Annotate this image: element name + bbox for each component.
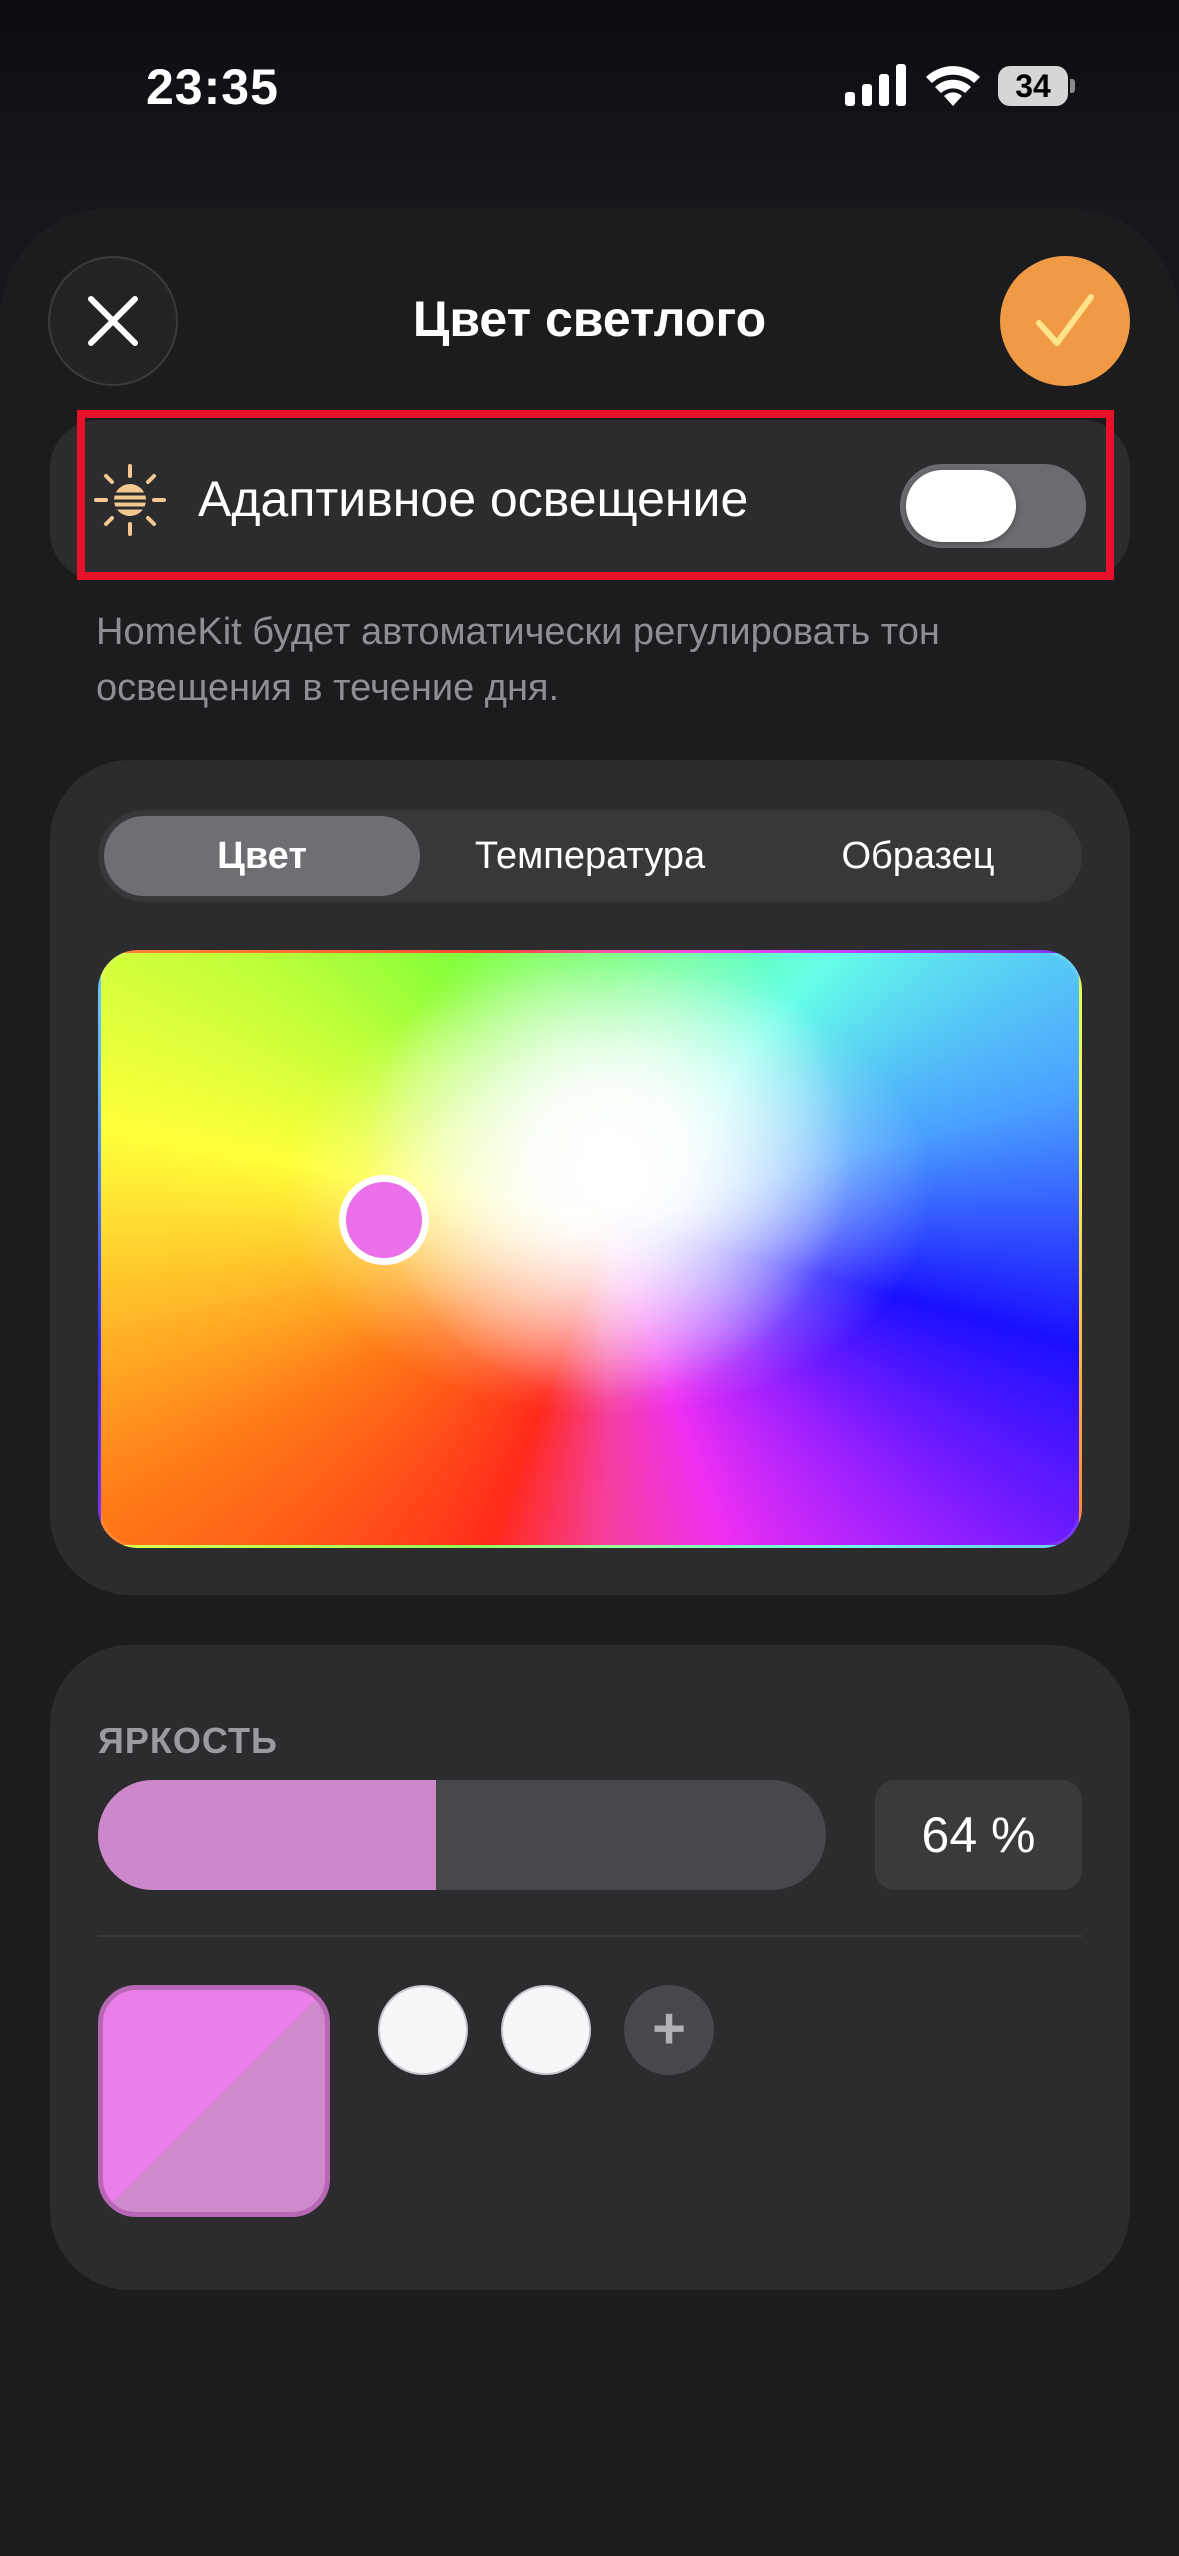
- color-card: Цвет Температура Образец: [50, 760, 1130, 1595]
- brightness-card: ЯРКОСТЬ 64 % +: [50, 1645, 1130, 2290]
- adaptive-lighting-label: Адаптивное освещение: [198, 471, 749, 527]
- adaptive-lighting-icon: [94, 464, 166, 536]
- add-preset-button[interactable]: +: [624, 1985, 714, 2075]
- current-color-swatch[interactable]: [98, 1985, 330, 2217]
- tab-color[interactable]: Цвет: [104, 816, 420, 896]
- color-picker-handle[interactable]: [339, 1175, 429, 1265]
- checkmark-icon: [1036, 294, 1094, 346]
- brightness-value[interactable]: 64 %: [875, 1780, 1082, 1890]
- mode-segmented-control: Цвет Температура Образец: [98, 810, 1082, 902]
- brightness-fill: [98, 1780, 437, 1890]
- status-time: 23:35: [146, 59, 279, 115]
- confirm-button[interactable]: [1000, 256, 1130, 386]
- tab-sample[interactable]: Образец: [760, 816, 1076, 896]
- battery-indicator: 34: [998, 66, 1076, 106]
- adaptive-lighting-row: Адаптивное освещение: [50, 420, 1130, 580]
- toggle-knob: [906, 470, 1016, 542]
- battery-cap: [1070, 79, 1075, 93]
- preset-color-2[interactable]: [501, 1985, 591, 2075]
- brightness-label: ЯРКОСТЬ: [98, 1720, 278, 1761]
- adaptive-lighting-toggle[interactable]: [900, 464, 1086, 548]
- color-wheel-field[interactable]: [98, 950, 1082, 1548]
- adaptive-lighting-description: HomeKit будет автоматически регулировать…: [96, 611, 940, 709]
- preset-color-1[interactable]: [378, 1985, 468, 2075]
- brightness-slider[interactable]: [98, 1780, 826, 1890]
- status-bar: 23:35 34: [0, 0, 1179, 175]
- wifi-icon: [926, 66, 980, 106]
- cellular-signal-icon: [845, 64, 906, 106]
- divider: [98, 1935, 1082, 1937]
- color-field-shade: [101, 953, 1079, 1545]
- battery-level: 34: [998, 66, 1068, 106]
- tab-temperature[interactable]: Температура: [428, 816, 752, 896]
